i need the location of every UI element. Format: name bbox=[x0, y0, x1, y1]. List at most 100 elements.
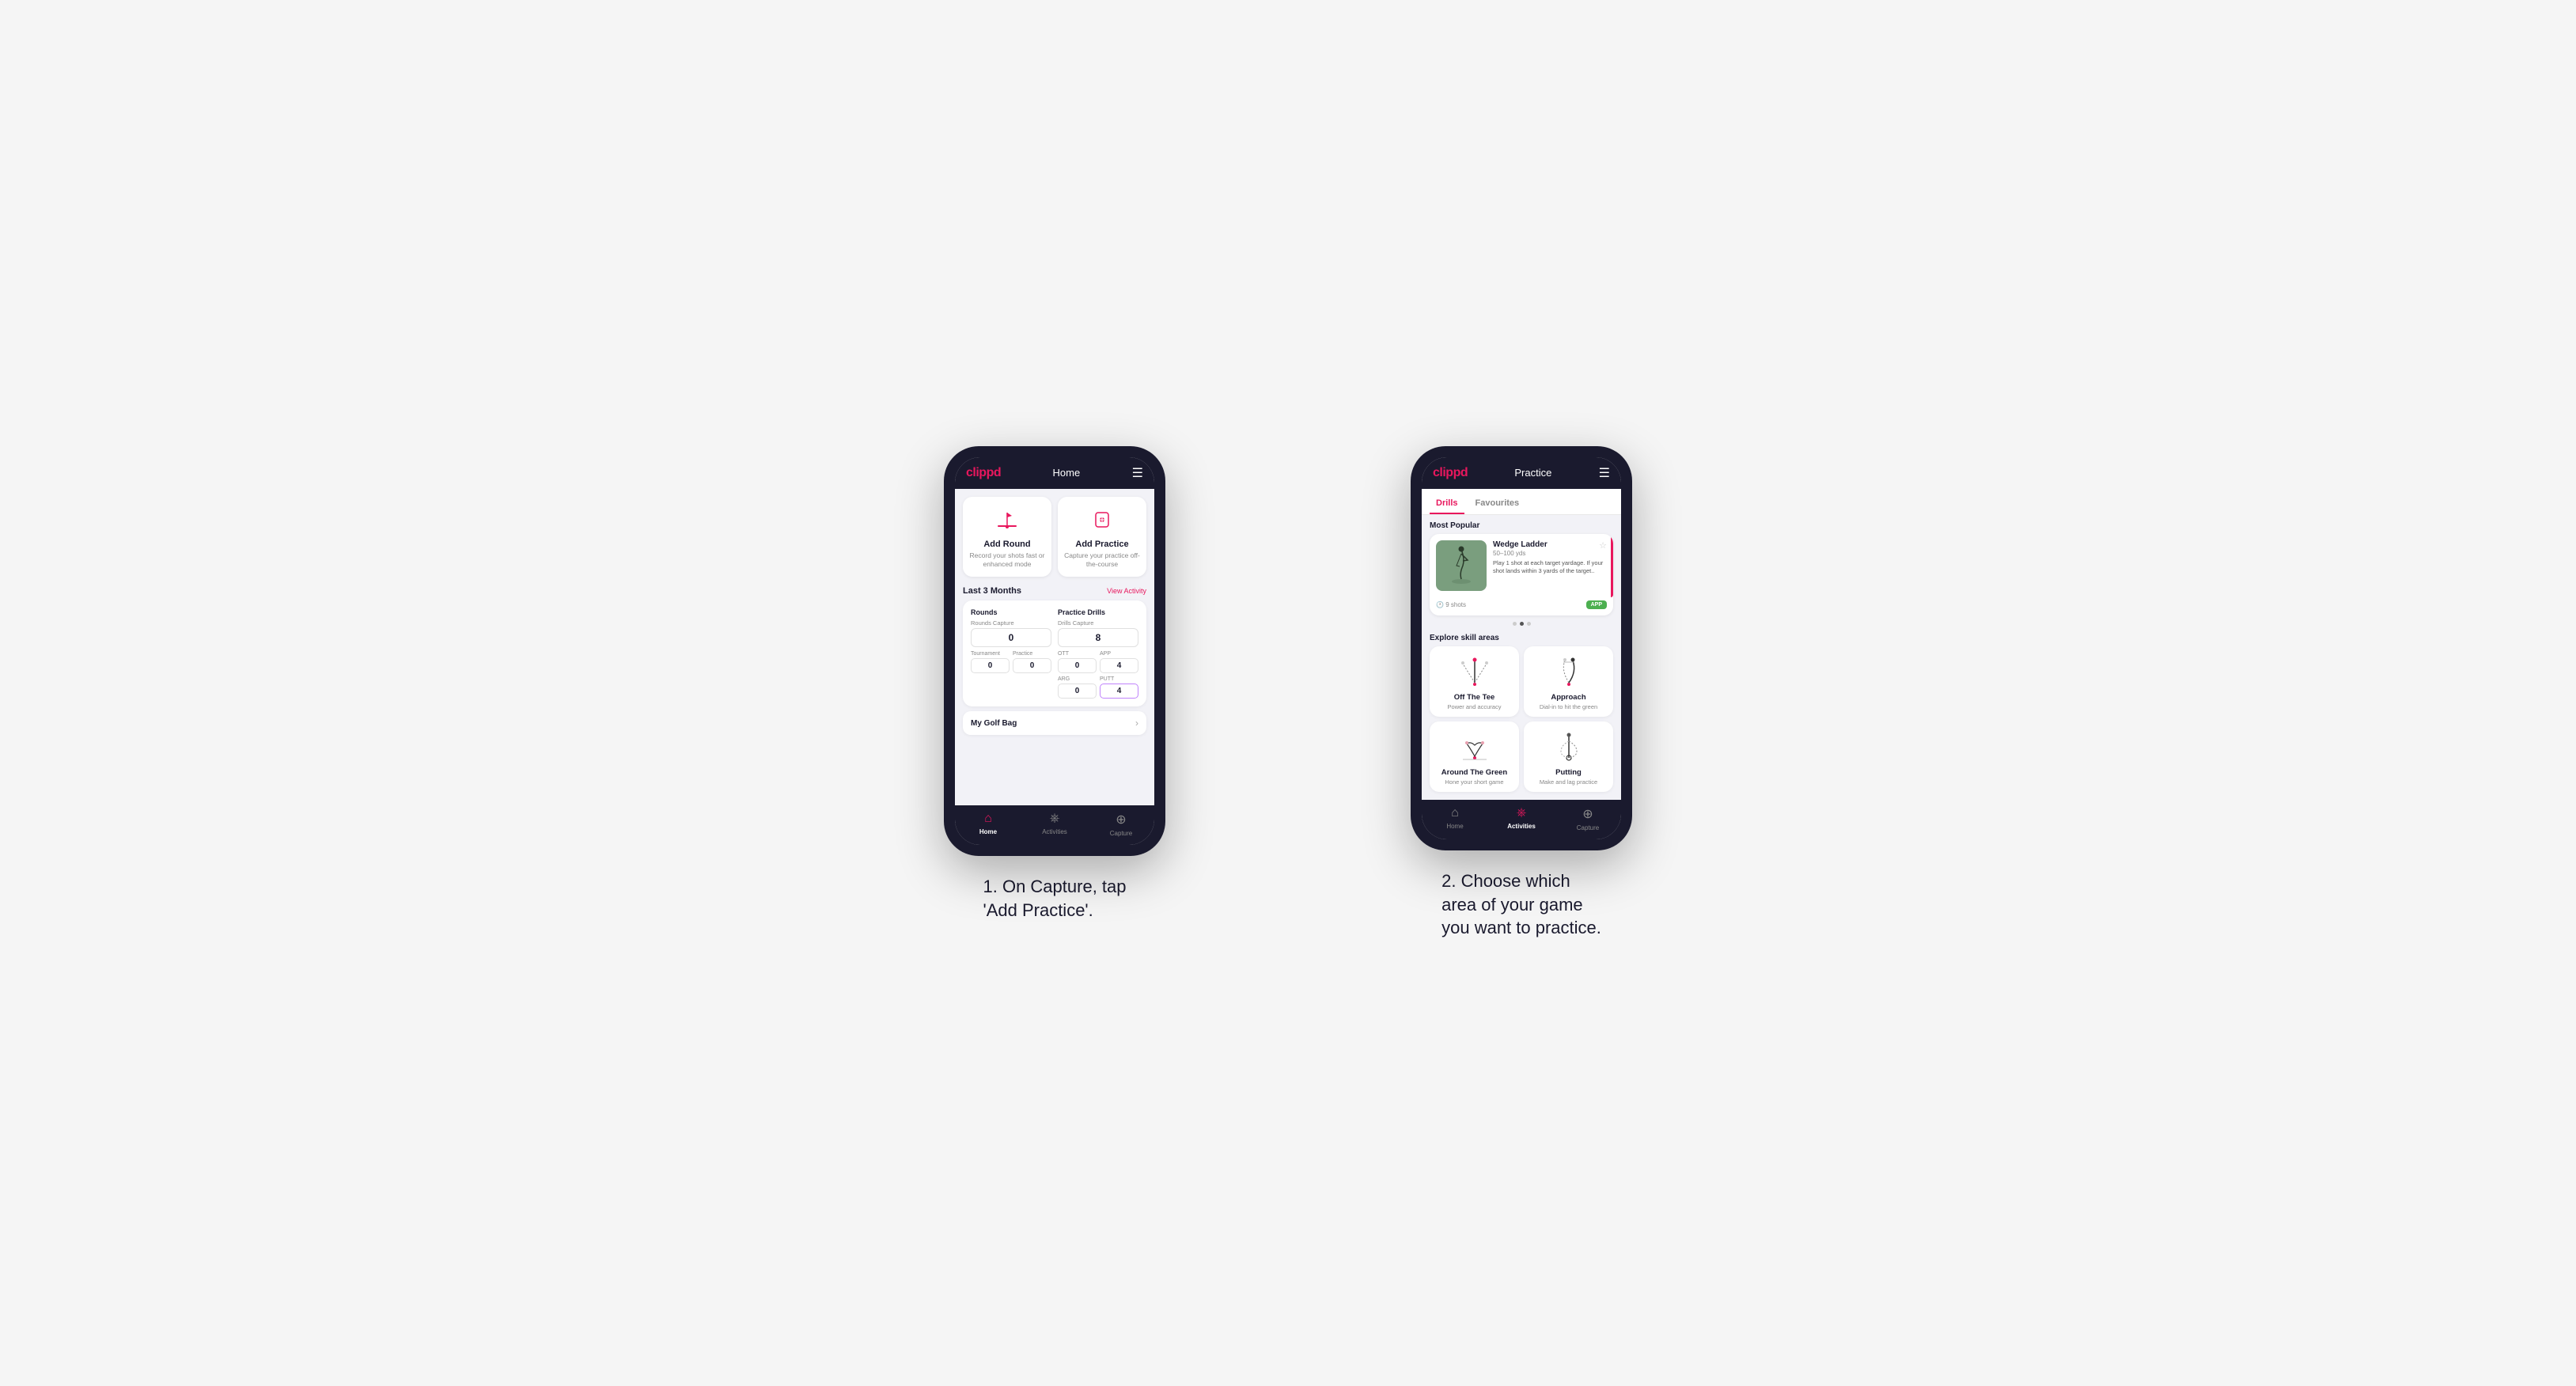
rounds-value: 0 bbox=[971, 628, 1051, 647]
putting-diagram bbox=[1549, 729, 1589, 764]
page-wrapper: clippd Home ☰ bbox=[853, 446, 1723, 940]
featured-card[interactable]: Wedge Ladder 50–100 yds ☆ Play 1 shot at… bbox=[1430, 534, 1613, 615]
tournament-value: 0 bbox=[971, 658, 1010, 673]
approach-diagram bbox=[1549, 654, 1589, 689]
arg-label: ARG bbox=[1058, 676, 1097, 682]
ott-label: OTT bbox=[1058, 651, 1097, 657]
drills-sub-stats-2: ARG 0 PUTT 4 bbox=[1058, 676, 1138, 699]
putt-stat: PUTT 4 bbox=[1100, 676, 1138, 699]
nav-capture[interactable]: ⊕ Capture bbox=[1088, 812, 1154, 837]
skill-around-green[interactable]: Around The Green Hone your short game bbox=[1430, 721, 1519, 792]
nav2-home[interactable]: ⌂ Home bbox=[1422, 806, 1488, 831]
explore-label: Explore skill areas bbox=[1422, 631, 1621, 646]
phone-screen-2: clippd Practice ☰ Drills Favourites Most… bbox=[1422, 457, 1621, 839]
hamburger-icon-1[interactable]: ☰ bbox=[1132, 465, 1143, 481]
stats-container: Rounds Rounds Capture 0 Tournament 0 bbox=[963, 600, 1146, 706]
stats-row: Rounds Rounds Capture 0 Tournament 0 bbox=[971, 608, 1138, 699]
rounds-col: Rounds Rounds Capture 0 Tournament 0 bbox=[971, 608, 1051, 699]
arg-value: 0 bbox=[1058, 684, 1097, 699]
view-activity-link[interactable]: View Activity bbox=[1107, 587, 1146, 595]
home-icon-2: ⌂ bbox=[1451, 806, 1459, 820]
activities-icon-2: ⎈ bbox=[1517, 806, 1527, 820]
nav-activities[interactable]: ⎈ Activities bbox=[1021, 812, 1088, 837]
approach-name: Approach bbox=[1551, 693, 1585, 702]
most-popular-label: Most Popular bbox=[1422, 515, 1621, 534]
activities-icon: ⎈ bbox=[1050, 812, 1060, 826]
skill-off-the-tee[interactable]: Off The Tee Power and accuracy bbox=[1430, 646, 1519, 717]
phone-section-2: clippd Practice ☰ Drills Favourites Most… bbox=[1320, 446, 1723, 940]
add-practice-card[interactable]: Add Practice Capture your practice off-t… bbox=[1058, 497, 1146, 577]
nav-home[interactable]: ⌂ Home bbox=[955, 812, 1021, 837]
atg-name: Around The Green bbox=[1441, 768, 1507, 777]
bottom-nav-2: ⌂ Home ⎈ Activities ⊕ Capture bbox=[1422, 800, 1621, 839]
tabs-bar: Drills Favourites bbox=[1422, 489, 1621, 515]
putt-label: PUTT bbox=[1100, 676, 1138, 682]
approach-desc: Dial-in to hit the green bbox=[1540, 703, 1597, 710]
bottom-nav-1: ⌂ Home ⎈ Activities ⊕ Capture bbox=[955, 805, 1154, 845]
app-stat: APP 4 bbox=[1100, 651, 1138, 673]
rounds-sub-stats: Tournament 0 Practice 0 bbox=[971, 651, 1051, 673]
practice-value: 0 bbox=[1013, 658, 1051, 673]
phone-screen-1: clippd Home ☰ bbox=[955, 457, 1154, 845]
featured-title: Wedge Ladder bbox=[1493, 540, 1547, 549]
shots-count: 9 shots bbox=[1445, 601, 1466, 608]
featured-footer: 🕐 9 shots APP bbox=[1430, 597, 1613, 615]
nav2-home-label: Home bbox=[1446, 823, 1463, 830]
app-value: 4 bbox=[1100, 658, 1138, 673]
app-header-title-2: Practice bbox=[1514, 467, 1551, 479]
dot-2 bbox=[1520, 622, 1524, 626]
putt-value: 4 bbox=[1100, 684, 1138, 699]
home-icon: ⌂ bbox=[984, 812, 992, 826]
skill-putting[interactable]: Putting Make and lag practice bbox=[1524, 721, 1613, 792]
putting-desc: Make and lag practice bbox=[1540, 778, 1597, 786]
featured-image bbox=[1436, 540, 1487, 591]
nav2-capture[interactable]: ⊕ Capture bbox=[1555, 806, 1621, 831]
rounds-capture-label: Rounds Capture bbox=[971, 619, 1051, 627]
caption-1: 1. On Capture, tap'Add Practice'. bbox=[983, 875, 1127, 922]
capture-icon: ⊕ bbox=[1116, 812, 1126, 827]
arg-stat: ARG 0 bbox=[1058, 676, 1097, 699]
practice-stat: Practice 0 bbox=[1013, 651, 1051, 673]
drills-sub-stats: OTT 0 APP 4 bbox=[1058, 651, 1138, 673]
add-round-icon bbox=[993, 506, 1021, 535]
hamburger-icon-2[interactable]: ☰ bbox=[1599, 465, 1610, 481]
nav2-capture-label: Capture bbox=[1577, 824, 1599, 831]
phone-frame-2: clippd Practice ☰ Drills Favourites Most… bbox=[1411, 446, 1632, 850]
drills-col: Practice Drills Drills Capture 8 OTT 0 bbox=[1058, 608, 1138, 699]
ott-desc: Power and accuracy bbox=[1448, 703, 1502, 710]
add-practice-subtitle: Capture your practice off-the-course bbox=[1064, 551, 1140, 569]
vertical-accent bbox=[1611, 534, 1613, 597]
featured-card-inner: Wedge Ladder 50–100 yds ☆ Play 1 shot at… bbox=[1430, 534, 1613, 597]
app-logo-2: clippd bbox=[1433, 466, 1468, 480]
tab-drills[interactable]: Drills bbox=[1430, 494, 1464, 514]
atg-diagram bbox=[1455, 729, 1494, 764]
phone-frame-1: clippd Home ☰ bbox=[944, 446, 1165, 856]
chevron-right-icon: › bbox=[1135, 718, 1138, 729]
ott-name: Off The Tee bbox=[1454, 693, 1495, 702]
tab-favourites[interactable]: Favourites bbox=[1469, 494, 1526, 514]
add-practice-icon bbox=[1088, 506, 1116, 535]
app-tag: APP bbox=[1586, 600, 1607, 609]
clock-icon: 🕐 bbox=[1436, 601, 1444, 608]
ott-stat: OTT 0 bbox=[1058, 651, 1097, 673]
add-round-card[interactable]: Add Round Record your shots fast or enha… bbox=[963, 497, 1051, 577]
nav2-activities[interactable]: ⎈ Activities bbox=[1488, 806, 1555, 831]
golf-bag-label: My Golf Bag bbox=[971, 719, 1017, 728]
shots-label: 🕐 9 shots bbox=[1436, 601, 1466, 608]
skill-approach[interactable]: Approach Dial-in to hit the green bbox=[1524, 646, 1613, 717]
dot-indicators bbox=[1422, 622, 1621, 626]
nav-capture-label: Capture bbox=[1110, 830, 1132, 837]
tournament-stat: Tournament 0 bbox=[971, 651, 1010, 673]
app-header-title-1: Home bbox=[1053, 467, 1081, 479]
dot-1 bbox=[1513, 622, 1517, 626]
featured-info: Wedge Ladder 50–100 yds ☆ Play 1 shot at… bbox=[1493, 540, 1607, 575]
ott-value: 0 bbox=[1058, 658, 1097, 673]
app-label: APP bbox=[1100, 651, 1138, 657]
rounds-title: Rounds bbox=[971, 608, 1051, 616]
my-golf-bag[interactable]: My Golf Bag › bbox=[963, 711, 1146, 735]
add-round-title: Add Round bbox=[983, 540, 1030, 549]
practice-label: Practice bbox=[1013, 651, 1051, 657]
section-header: Last 3 Months View Activity bbox=[955, 583, 1154, 600]
star-icon[interactable]: ☆ bbox=[1599, 540, 1607, 551]
home-screen-content: Add Round Record your shots fast or enha… bbox=[955, 489, 1154, 805]
